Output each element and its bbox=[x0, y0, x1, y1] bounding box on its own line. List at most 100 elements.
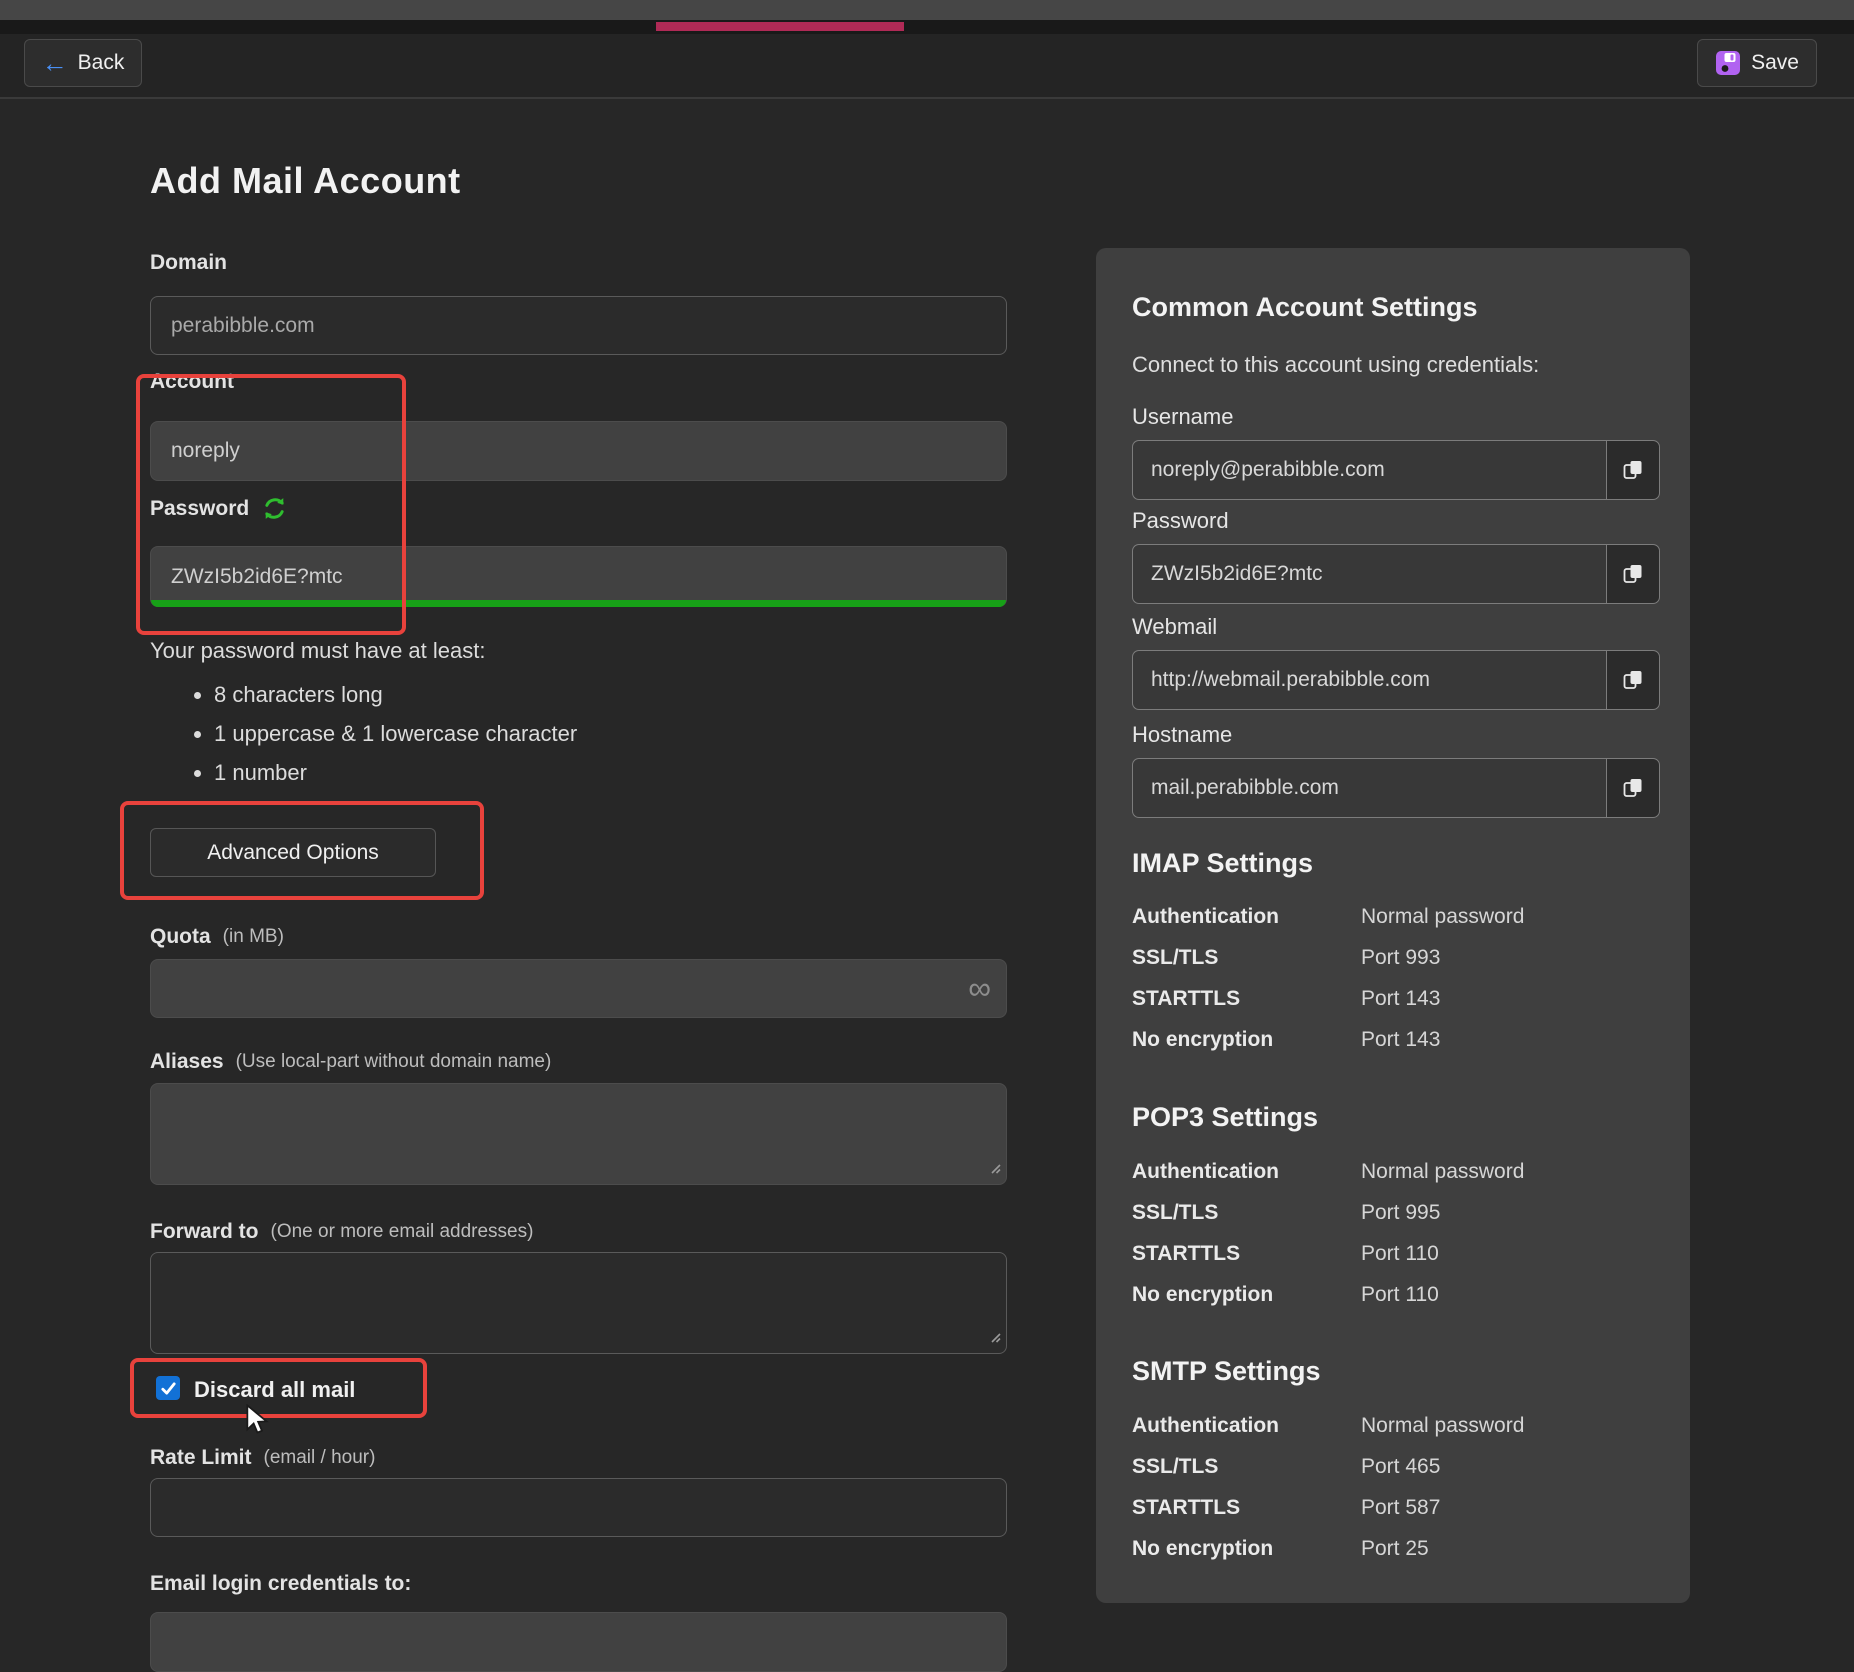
password-rule-item: 8 characters long bbox=[214, 682, 577, 708]
copy-webmail-button[interactable] bbox=[1606, 650, 1660, 710]
domain-label: Domain bbox=[150, 251, 227, 275]
top-scroll-indicator[interactable] bbox=[656, 22, 904, 31]
smtp-row-value: Port 465 bbox=[1361, 1455, 1440, 1479]
password-rule-item: 1 number bbox=[214, 760, 577, 786]
username-label: Username bbox=[1132, 404, 1233, 430]
webmail-field-group bbox=[1132, 650, 1660, 710]
smtp-row-label: Authentication bbox=[1132, 1414, 1347, 1438]
imap-row-value: Normal password bbox=[1361, 905, 1524, 929]
imap-row-value: Port 143 bbox=[1361, 1028, 1440, 1052]
page-title: Add Mail Account bbox=[150, 160, 461, 202]
password-rule-item: 1 uppercase & 1 lowercase character bbox=[214, 721, 577, 747]
toolbar: ← Back Save bbox=[0, 34, 1854, 99]
checkmark-icon bbox=[160, 1380, 177, 1397]
top-scrollbar-track bbox=[0, 0, 1854, 20]
resize-grip-icon[interactable] bbox=[988, 1330, 1002, 1349]
copy-icon bbox=[1622, 562, 1644, 586]
pop3-row-value: Port 110 bbox=[1361, 1242, 1439, 1266]
copy-hostname-button[interactable] bbox=[1606, 758, 1660, 818]
password-rules-list: 8 characters long 1 uppercase & 1 lowerc… bbox=[190, 682, 577, 799]
rate-limit-label: Rate Limit (email / hour) bbox=[150, 1446, 375, 1470]
panel-password-value-input[interactable] bbox=[1132, 544, 1606, 604]
username-value-input[interactable] bbox=[1132, 440, 1606, 500]
copy-username-button[interactable] bbox=[1606, 440, 1660, 500]
discard-all-mail-checkbox[interactable] bbox=[156, 1376, 180, 1400]
imap-row-label: STARTTLS bbox=[1132, 987, 1347, 1011]
back-arrow-icon: ← bbox=[42, 50, 68, 76]
advanced-options-button[interactable]: Advanced Options bbox=[150, 828, 436, 877]
aliases-label: Aliases (Use local-part without domain n… bbox=[150, 1050, 551, 1074]
email-credentials-input[interactable] bbox=[150, 1612, 1007, 1672]
imap-row-value: Port 993 bbox=[1361, 946, 1440, 970]
copy-icon bbox=[1622, 458, 1644, 482]
back-button[interactable]: ← Back bbox=[24, 39, 142, 87]
password-input[interactable] bbox=[150, 546, 1007, 607]
copy-icon bbox=[1622, 668, 1644, 692]
webmail-value-input[interactable] bbox=[1132, 650, 1606, 710]
forward-to-textarea[interactable] bbox=[150, 1252, 1007, 1354]
account-label: Account bbox=[150, 370, 234, 394]
imap-row-value: Port 143 bbox=[1361, 987, 1440, 1011]
imap-settings-title: IMAP Settings bbox=[1132, 848, 1313, 879]
password-generate-refresh-icon[interactable] bbox=[261, 495, 288, 522]
pop3-settings-title: POP3 Settings bbox=[1132, 1102, 1318, 1133]
aliases-textarea[interactable] bbox=[150, 1083, 1007, 1185]
infinity-icon: ∞ bbox=[968, 969, 991, 1006]
hostname-field-group bbox=[1132, 758, 1660, 818]
pop3-row-label: STARTTLS bbox=[1132, 1242, 1347, 1266]
quota-label: Quota (in MB) bbox=[150, 925, 284, 949]
common-account-settings-panel: Common Account Settings Connect to this … bbox=[1096, 248, 1690, 1603]
aliases-hint: (Use local-part without domain name) bbox=[236, 1051, 552, 1073]
hostname-label: Hostname bbox=[1132, 722, 1232, 748]
save-button[interactable]: Save bbox=[1697, 39, 1817, 87]
resize-grip-icon[interactable] bbox=[988, 1161, 1002, 1180]
panel-subtitle: Connect to this account using credential… bbox=[1132, 352, 1539, 378]
smtp-row-label: SSL/TLS bbox=[1132, 1455, 1347, 1479]
panel-password-field-group bbox=[1132, 544, 1660, 604]
pop3-row-label: Authentication bbox=[1132, 1160, 1347, 1184]
panel-title: Common Account Settings bbox=[1132, 292, 1478, 323]
account-input[interactable] bbox=[150, 421, 1007, 481]
imap-row-label: SSL/TLS bbox=[1132, 946, 1347, 970]
quota-field-wrap: ∞ bbox=[150, 959, 1007, 1018]
pop3-row-value: Port 995 bbox=[1361, 1201, 1440, 1225]
domain-input[interactable] bbox=[150, 296, 1007, 355]
copy-icon bbox=[1622, 776, 1644, 800]
password-rules-intro: Your password must have at least: bbox=[150, 638, 485, 664]
quota-hint: (in MB) bbox=[223, 926, 284, 948]
username-field-group bbox=[1132, 440, 1660, 500]
imap-row-label: No encryption bbox=[1132, 1028, 1347, 1052]
panel-password-label: Password bbox=[1132, 508, 1229, 534]
pop3-row-label: No encryption bbox=[1132, 1283, 1347, 1307]
pop3-row-label: SSL/TLS bbox=[1132, 1201, 1347, 1225]
save-floppy-icon bbox=[1715, 50, 1741, 76]
discard-all-mail-label: Discard all mail bbox=[194, 1377, 355, 1403]
pop3-row-value: Port 110 bbox=[1361, 1283, 1439, 1307]
smtp-row-label: STARTTLS bbox=[1132, 1496, 1347, 1520]
pop3-row-value: Normal password bbox=[1361, 1160, 1524, 1184]
email-credentials-label: Email login credentials to: bbox=[150, 1572, 411, 1596]
save-button-label: Save bbox=[1751, 51, 1799, 75]
forward-field-wrap bbox=[150, 1252, 1007, 1354]
hostname-value-input[interactable] bbox=[1132, 758, 1606, 818]
imap-row-label: Authentication bbox=[1132, 905, 1347, 929]
quota-input[interactable] bbox=[150, 959, 1007, 1018]
rate-limit-hint: (email / hour) bbox=[264, 1447, 376, 1469]
forward-to-hint: (One or more email addresses) bbox=[271, 1221, 534, 1243]
top-strip bbox=[0, 20, 1854, 34]
mouse-cursor bbox=[244, 1404, 274, 1441]
forward-to-label: Forward to (One or more email addresses) bbox=[150, 1220, 533, 1244]
smtp-row-value: Port 587 bbox=[1361, 1496, 1440, 1520]
password-label: Password bbox=[150, 495, 288, 522]
rate-limit-input[interactable] bbox=[150, 1478, 1007, 1537]
password-strength-bar bbox=[151, 600, 1006, 607]
password-field-wrap bbox=[150, 546, 1007, 607]
smtp-row-value: Normal password bbox=[1361, 1414, 1524, 1438]
smtp-row-value: Port 25 bbox=[1361, 1537, 1429, 1561]
smtp-settings-title: SMTP Settings bbox=[1132, 1356, 1321, 1387]
back-button-label: Back bbox=[78, 51, 125, 75]
smtp-row-label: No encryption bbox=[1132, 1537, 1347, 1561]
copy-password-button[interactable] bbox=[1606, 544, 1660, 604]
aliases-field-wrap bbox=[150, 1083, 1007, 1185]
webmail-label: Webmail bbox=[1132, 614, 1217, 640]
